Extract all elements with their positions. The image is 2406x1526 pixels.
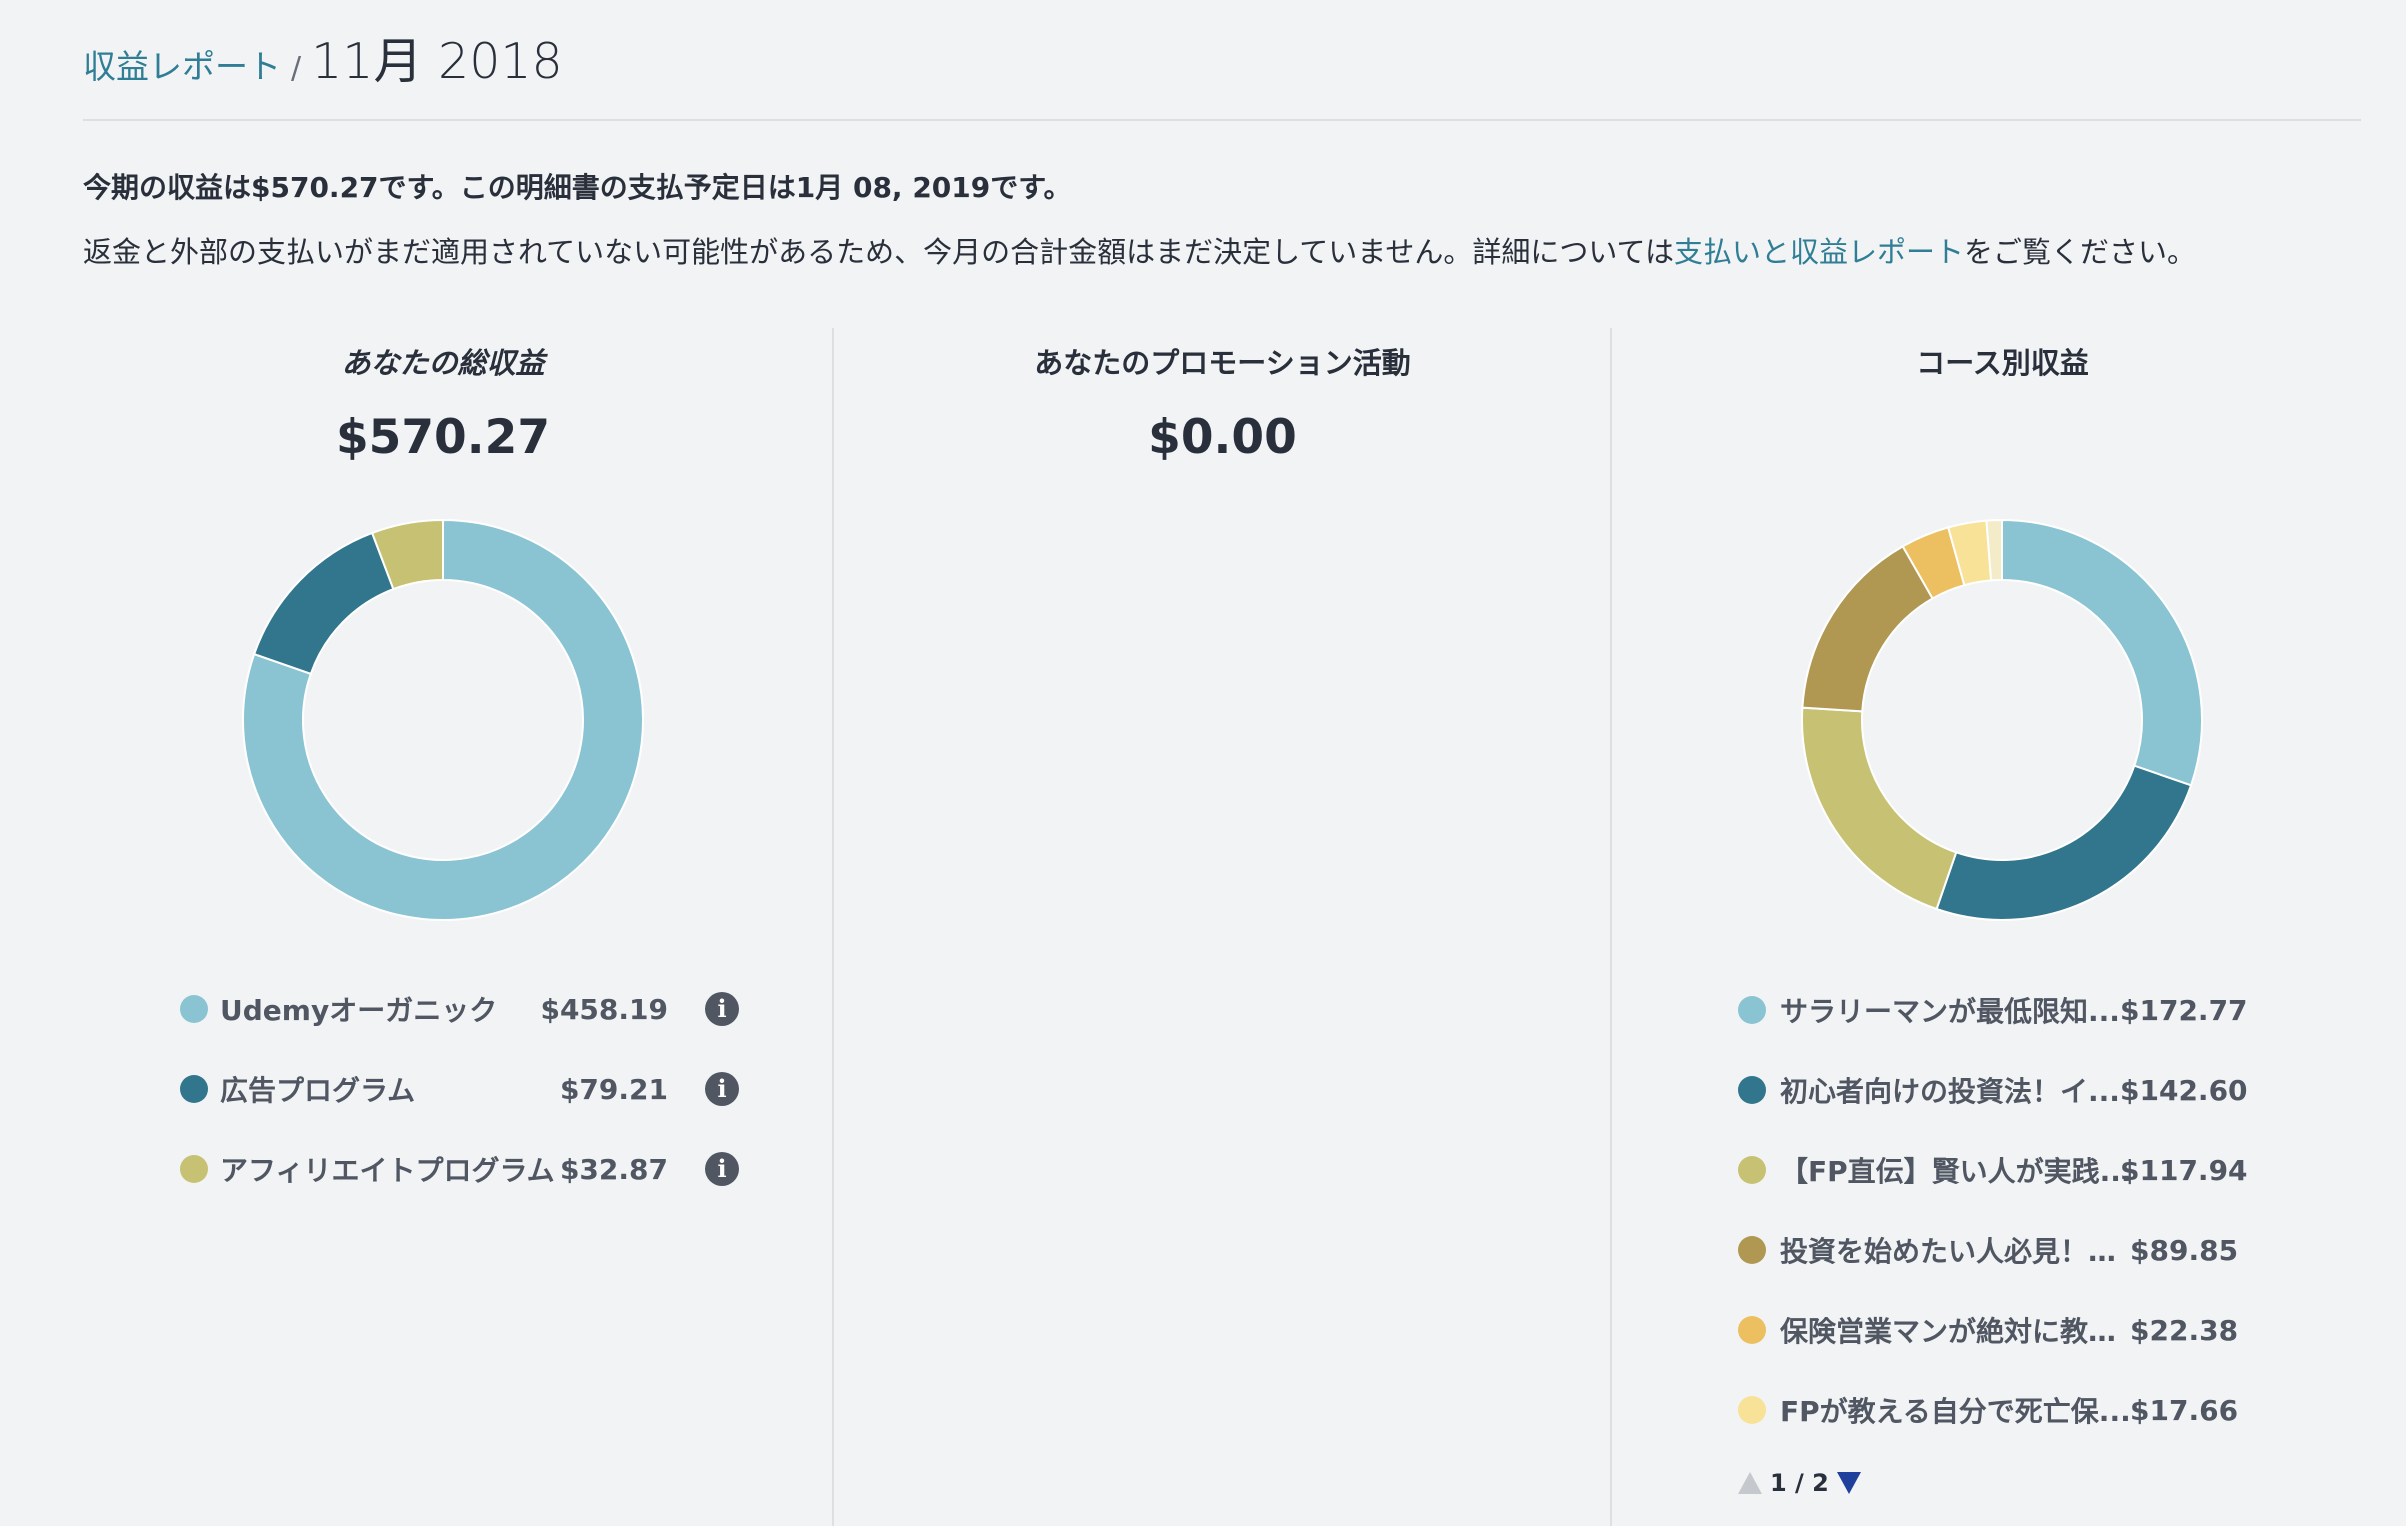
- page-up-arrow-icon[interactable]: [1738, 1472, 1762, 1494]
- notice-text-after: をご覧ください。: [1963, 235, 2196, 269]
- legend-dot: [1738, 1316, 1766, 1344]
- legend-dot: [180, 1155, 208, 1183]
- legend-label: FPが教える自分で死亡保...: [1780, 1395, 2131, 1428]
- legend-label: 【FP直伝】賢い人が実践...: [1780, 1155, 2132, 1188]
- legend-label: 初心者向けの投資法！イ...: [1780, 1075, 2120, 1108]
- promotion-amount: $0.00: [1148, 410, 1297, 465]
- legend-value: $79.21: [559, 1072, 668, 1106]
- legend-label: 保険営業マンが絶対に教え...: [1780, 1315, 2132, 1348]
- legend-label: 広告プログラム: [220, 1074, 416, 1107]
- column-divider: [1610, 328, 1612, 1526]
- legend-item-course[interactable]: FPが教える自分で死亡保... $17.66: [1738, 1390, 2258, 1430]
- notice-text-before: 返金と外部の支払いがまだ適用されていない可能性があるため、今月の合計金額はまだ決…: [83, 235, 1674, 269]
- legend-value: $89.85: [2130, 1233, 2239, 1267]
- info-icon[interactable]: i: [705, 1072, 739, 1106]
- course-revenue-title: コース別収益: [1916, 346, 2089, 380]
- legend-pager: 1 / 2: [1738, 1466, 1861, 1500]
- donut-slice[interactable]: [1801, 544, 1934, 713]
- legend-label: Udemyオーガニック: [220, 994, 498, 1027]
- legend-item-organic: Udemyオーガニック $458.19 i: [180, 989, 740, 1029]
- legend-value: $117.94: [2120, 1153, 2248, 1187]
- legend-item-course[interactable]: サラリーマンが最低限知... $172.77: [1738, 990, 2258, 1030]
- legend-value: $172.77: [2120, 993, 2248, 1027]
- total-revenue-donut-chart: [242, 518, 644, 921]
- legend-value: $22.38: [2130, 1313, 2239, 1347]
- column-divider: [832, 328, 834, 1526]
- legend-value: $458.19: [540, 992, 668, 1026]
- legend-item-course[interactable]: 【FP直伝】賢い人が実践... $117.94: [1738, 1150, 2258, 1190]
- promotion-title: あなたのプロモーション活動: [1034, 346, 1411, 380]
- page-title: 11月 2018: [311, 33, 563, 90]
- legend-value: $17.66: [2130, 1393, 2239, 1427]
- info-icon[interactable]: i: [705, 992, 739, 1026]
- legend-value: $32.87: [559, 1152, 668, 1186]
- legend-label: アフィリエイトプログラム: [220, 1154, 555, 1187]
- breadcrumb: 収益レポート / 11月 2018: [83, 22, 563, 92]
- summary-text: 今期の収益は$570.27です。この明細書の支払予定日は1月 08, 2019で…: [83, 171, 1072, 204]
- donut-slice[interactable]: [1935, 764, 2193, 921]
- legend-item-ads: 広告プログラム $79.21 i: [180, 1069, 740, 1109]
- legend-dot: [1738, 1156, 1766, 1184]
- page-indicator: 1 / 2: [1770, 1469, 1829, 1497]
- legend-value: $142.60: [2120, 1073, 2248, 1107]
- page-down-arrow-icon[interactable]: [1836, 1472, 1861, 1494]
- donut-slice[interactable]: [2001, 518, 2203, 787]
- notice-text: 返金と外部の支払いがまだ適用されていない可能性があるため、今月の合計金額はまだ決…: [83, 229, 2196, 271]
- legend-label: サラリーマンが最低限知...: [1780, 995, 2120, 1028]
- legend-item-affiliate: アフィリエイトプログラム $32.87 i: [180, 1149, 740, 1189]
- info-icon[interactable]: i: [705, 1152, 739, 1186]
- breadcrumb-separator: /: [291, 51, 302, 86]
- donut-slice[interactable]: [1801, 706, 1958, 911]
- payments-report-link[interactable]: 支払いと収益レポート: [1674, 235, 1964, 269]
- total-revenue-title: あなたの総収益: [341, 346, 545, 380]
- legend-label: 投資を始めたい人必見！支...: [1780, 1235, 2132, 1268]
- breadcrumb-revenue-report-link[interactable]: 収益レポート: [83, 40, 281, 88]
- legend-dot: [1738, 1396, 1766, 1424]
- legend-item-course[interactable]: 保険営業マンが絶対に教え... $22.38: [1738, 1310, 2258, 1350]
- legend-item-course[interactable]: 投資を始めたい人必見！支... $89.85: [1738, 1230, 2258, 1270]
- course-revenue-donut-chart: [1801, 518, 2203, 921]
- donut-slice[interactable]: [252, 531, 395, 676]
- legend-dot: [1738, 996, 1766, 1024]
- legend-dot: [180, 995, 208, 1023]
- legend-dot: [180, 1075, 208, 1103]
- header-divider: [83, 119, 2361, 121]
- total-revenue-amount: $570.27: [335, 410, 551, 465]
- legend-dot: [1738, 1076, 1766, 1104]
- legend-dot: [1738, 1236, 1766, 1264]
- legend-item-course[interactable]: 初心者向けの投資法！イ... $142.60: [1738, 1070, 2258, 1110]
